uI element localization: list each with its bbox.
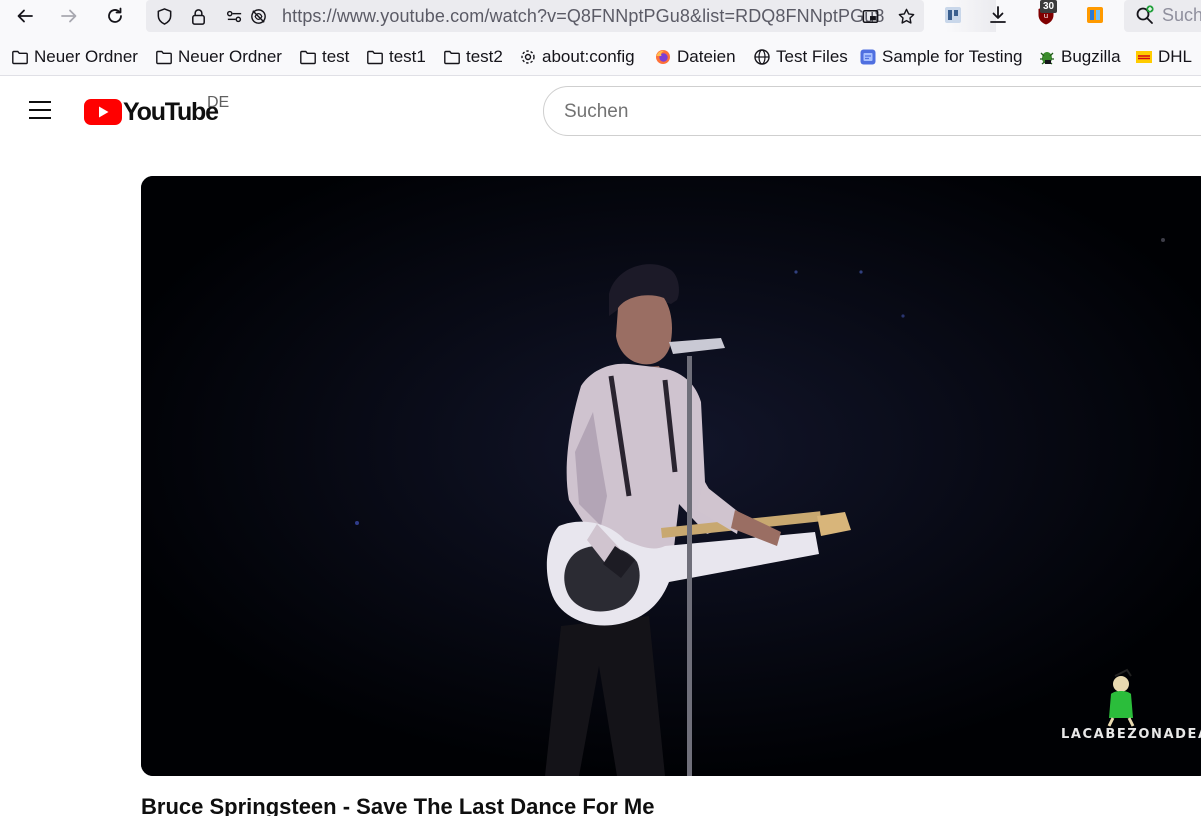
reload-button[interactable] xyxy=(99,2,131,30)
folder-icon xyxy=(300,50,316,65)
document-icon xyxy=(860,49,876,65)
bookmark-folder-test[interactable]: test xyxy=(299,46,349,68)
folder-icon xyxy=(12,50,28,65)
svg-text:u: u xyxy=(1044,12,1048,20)
bookmark-sample-for-testing[interactable]: Sample for Testing xyxy=(859,46,1022,68)
guide-menu-button[interactable] xyxy=(24,95,56,125)
folder-icon xyxy=(367,50,383,65)
forward-icon xyxy=(61,9,77,23)
bookmark-label: Dateien xyxy=(677,47,736,66)
bookmark-label: Test Files xyxy=(776,47,848,66)
back-button[interactable] xyxy=(9,2,41,30)
firefox-icon xyxy=(656,50,670,64)
search-extension-field[interactable]: Suche xyxy=(1124,0,1201,32)
bookmark-label: Sample for Testing xyxy=(882,47,1023,66)
lock-icon[interactable] xyxy=(186,4,210,28)
tracking-off-icon[interactable] xyxy=(246,4,270,28)
extension-icon[interactable] xyxy=(940,2,966,28)
download-icon[interactable] xyxy=(985,2,1011,28)
extension-icon-2[interactable] xyxy=(1082,2,1108,28)
video-frame xyxy=(141,176,1201,776)
folder-icon xyxy=(156,50,172,65)
shield-icon[interactable] xyxy=(152,4,176,28)
back-icon xyxy=(17,9,33,23)
browser-toolbar: https://www.youtube.com/watch?v=Q8FNNptP… xyxy=(0,0,1201,38)
search-extension-placeholder: Suche xyxy=(1162,5,1201,25)
channel-watermark: LACABEZONADEAP7 xyxy=(1061,727,1201,742)
reload-icon xyxy=(108,7,122,23)
search-extension-icon xyxy=(1132,2,1158,28)
notification-badge: 30 xyxy=(1040,0,1058,13)
bookmark-label: test2 xyxy=(466,47,503,66)
forward-button[interactable] xyxy=(53,2,85,30)
gear-icon xyxy=(521,50,535,64)
picture-in-picture-icon[interactable] xyxy=(858,4,882,28)
bookmark-about-config[interactable]: about:config xyxy=(519,46,635,68)
bookmark-folder-neuer-ordner-2[interactable]: Neuer Ordner xyxy=(155,46,282,68)
bugzilla-icon xyxy=(1040,52,1054,65)
bookmark-bugzilla[interactable]: Bugzilla xyxy=(1038,46,1121,68)
bookmark-label: test xyxy=(322,47,350,66)
bookmark-test-files[interactable]: Test Files xyxy=(753,46,848,68)
bookmarks-toolbar: Neuer Ordner Neuer Ordner test test1 tes… xyxy=(0,38,1201,76)
bookmark-label: Bugzilla xyxy=(1061,47,1121,66)
hamburger-icon xyxy=(29,101,51,103)
youtube-logo-text: YouTube xyxy=(123,97,219,126)
video-title: Bruce Springsteen - Save The Last Dance … xyxy=(141,794,655,816)
globe-icon xyxy=(754,49,770,65)
bookmark-star-icon[interactable] xyxy=(894,4,918,28)
youtube-play-logo-icon xyxy=(84,99,122,125)
permissions-icon[interactable] xyxy=(222,4,246,28)
bookmark-label: test1 xyxy=(389,47,426,66)
url-bar[interactable]: https://www.youtube.com/watch?v=Q8FNNptP… xyxy=(146,0,996,32)
country-code: DE xyxy=(207,94,230,111)
youtube-search-input[interactable] xyxy=(564,99,1164,125)
youtube-logo[interactable]: YouTube xyxy=(84,96,219,128)
bookmark-label: Neuer Ordner xyxy=(178,47,282,66)
bookmark-label: Neuer Ordner xyxy=(34,47,138,66)
bookmark-dhl[interactable]: DHL xyxy=(1135,46,1192,68)
video-player[interactable]: LACABEZONADEAP7 xyxy=(141,176,1201,776)
url-text[interactable]: https://www.youtube.com/watch?v=Q8FNNptP… xyxy=(282,5,996,27)
bookmark-dateien[interactable]: Dateien xyxy=(654,46,736,68)
bookmark-label: about:config xyxy=(542,47,635,66)
bookmark-folder-test2[interactable]: test2 xyxy=(443,46,503,68)
youtube-search-box[interactable] xyxy=(543,86,1201,136)
dhl-icon xyxy=(1136,51,1152,63)
bookmark-folder-test1[interactable]: test1 xyxy=(366,46,426,68)
bookmark-folder-neuer-ordner-1[interactable]: Neuer Ordner xyxy=(11,46,138,68)
folder-icon xyxy=(444,50,460,65)
bookmark-label: DHL xyxy=(1158,47,1193,66)
